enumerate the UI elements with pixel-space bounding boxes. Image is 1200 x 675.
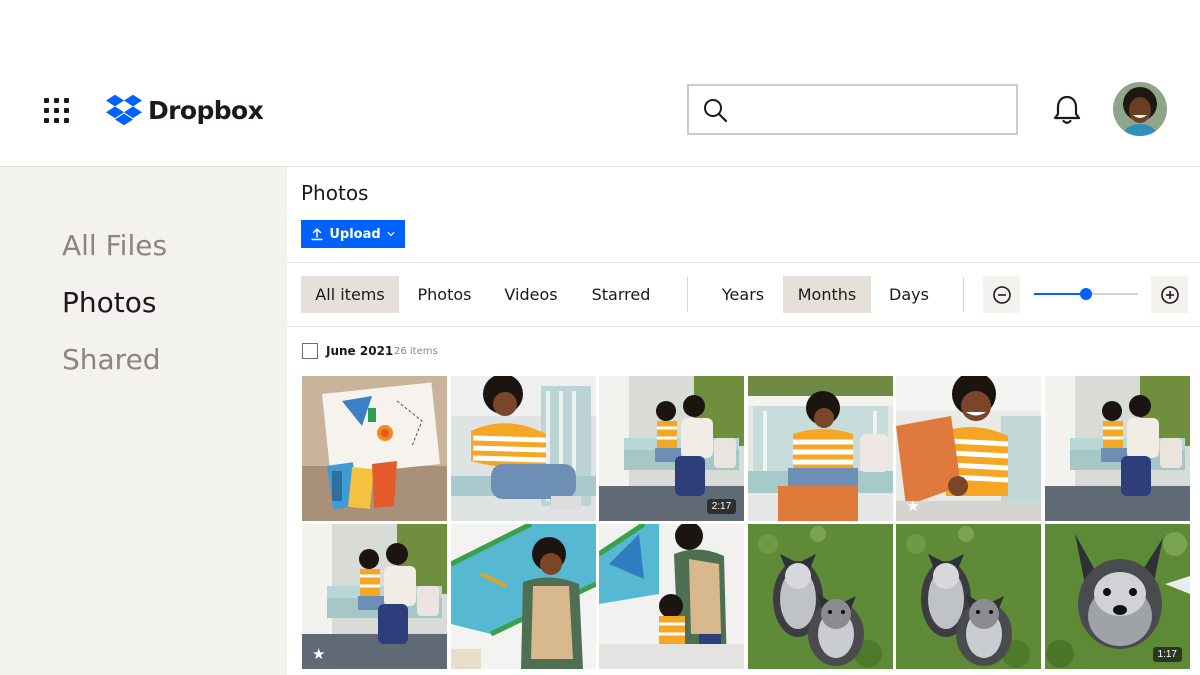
bell-icon[interactable]	[1050, 93, 1084, 127]
photo-tile[interactable]	[896, 524, 1041, 669]
group-date: June 2021	[326, 344, 394, 358]
zoom-out-button[interactable]	[983, 276, 1020, 313]
photo-tile[interactable]	[451, 524, 596, 669]
photo-thumbnail	[896, 524, 1041, 669]
photo-thumbnail	[1045, 376, 1190, 521]
photo-tile[interactable]	[748, 524, 893, 669]
photo-tile[interactable]: ★	[302, 524, 447, 669]
dropbox-logo-icon	[106, 94, 142, 126]
divider	[287, 262, 1200, 263]
photo-thumbnail	[748, 524, 893, 669]
search-icon	[704, 98, 728, 122]
photo-tile[interactable]	[451, 376, 596, 521]
photo-tile[interactable]	[1045, 376, 1190, 521]
group-count: 26 items	[394, 346, 438, 357]
sidebar-item-photos[interactable]: Photos	[62, 286, 156, 319]
top-bar: Dropbox	[0, 0, 1200, 167]
photo-tile[interactable]	[599, 524, 744, 669]
sidebar-item-shared[interactable]: Shared	[62, 343, 161, 376]
filter-starred[interactable]: Starred	[580, 276, 662, 313]
video-duration-badge: 1:17	[1152, 647, 1182, 662]
group-select-checkbox[interactable]	[302, 343, 318, 359]
zoom-slider-fill	[1034, 293, 1086, 295]
zoom-slider[interactable]	[1034, 287, 1138, 301]
photo-tile[interactable]	[748, 376, 893, 521]
filter-videos[interactable]: Videos	[494, 276, 568, 313]
divider	[287, 326, 1200, 327]
chevron-down-icon	[387, 232, 395, 236]
video-duration-badge: 2:17	[706, 499, 737, 514]
photo-thumbnail	[599, 524, 744, 669]
photo-tile[interactable]: 2:17	[599, 376, 744, 521]
photo-thumbnail	[302, 376, 447, 521]
upload-label: Upload	[329, 226, 381, 242]
app-grid-icon[interactable]	[44, 98, 70, 124]
avatar[interactable]	[1113, 82, 1167, 136]
app-name: Dropbox	[148, 95, 264, 125]
filter-all-items[interactable]: All items	[301, 276, 399, 313]
star-icon: ★	[906, 497, 920, 515]
photo-grid: 2:17 ★ ★ 1:17	[302, 376, 1190, 675]
page-title: Photos	[301, 181, 369, 205]
toolbar-separator	[963, 277, 964, 312]
period-years[interactable]: Years	[712, 276, 774, 313]
toolbar-separator	[687, 277, 688, 312]
star-icon: ★	[312, 645, 326, 663]
sidebar-item-all-files[interactable]: All Files	[62, 229, 167, 262]
photo-thumbnail	[748, 376, 893, 521]
filter-photos[interactable]: Photos	[407, 276, 482, 313]
zoom-in-button[interactable]	[1151, 276, 1188, 313]
upload-icon	[311, 228, 323, 241]
photo-thumbnail	[451, 524, 596, 669]
photo-tile[interactable]	[302, 376, 447, 521]
period-days[interactable]: Days	[880, 276, 938, 313]
photo-tile[interactable]: 1:17	[1045, 524, 1190, 669]
search-box[interactable]	[687, 84, 1018, 135]
sidebar: All Files Photos Shared	[0, 167, 287, 675]
search-input[interactable]	[735, 88, 1016, 131]
upload-button[interactable]: Upload	[301, 220, 405, 248]
period-months[interactable]: Months	[783, 276, 871, 313]
photo-thumbnail	[451, 376, 596, 521]
photo-tile[interactable]: ★	[896, 376, 1041, 521]
minus-circle-icon	[992, 285, 1011, 304]
zoom-slider-thumb[interactable]	[1080, 288, 1092, 300]
dropbox-logo[interactable]: Dropbox	[106, 94, 264, 126]
plus-circle-icon	[1160, 285, 1179, 304]
